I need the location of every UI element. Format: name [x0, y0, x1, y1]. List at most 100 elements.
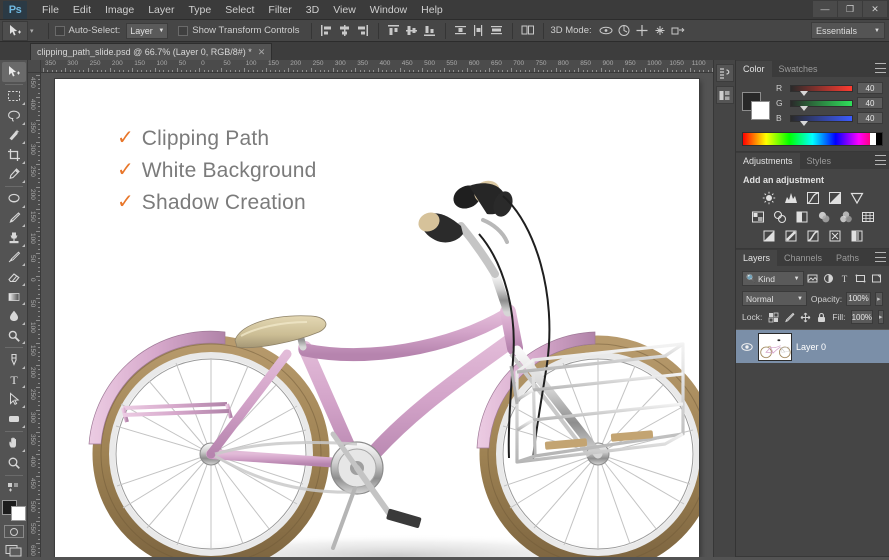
canvas-scroll-area[interactable]: ✓ Clipping Path ✓ White Background ✓ Sha… — [41, 73, 713, 557]
panel-menu-icon[interactable] — [875, 252, 886, 262]
ruler-corner[interactable] — [28, 60, 41, 73]
history-panel-icon[interactable] — [716, 64, 734, 82]
spot-healing-brush-tool[interactable] — [2, 189, 26, 209]
blend-mode-dropdown[interactable]: Normal ▼ — [742, 291, 807, 306]
green-slider[interactable] — [790, 100, 853, 107]
clone-stamp-tool[interactable] — [2, 228, 26, 248]
three-d-slide-icon[interactable] — [652, 22, 669, 39]
screen-mode-button[interactable] — [5, 543, 23, 557]
brush-tool[interactable] — [2, 209, 26, 229]
menu-file[interactable]: File — [35, 0, 66, 20]
auto-align-layers-icon[interactable] — [519, 22, 536, 39]
adjustment-filter-icon[interactable] — [822, 272, 835, 286]
align-horizontal-centers-icon[interactable] — [336, 22, 353, 39]
close-button[interactable]: ✕ — [863, 1, 887, 17]
vertical-ruler[interactable]: 4504003503002502001501005005010015020025… — [28, 73, 41, 557]
menu-type[interactable]: Type — [181, 0, 218, 20]
maximize-button[interactable]: ❐ — [838, 1, 862, 17]
curves-icon[interactable] — [805, 190, 820, 205]
blur-tool[interactable] — [2, 306, 26, 326]
document-canvas[interactable]: ✓ Clipping Path ✓ White Background ✓ Sha… — [55, 79, 699, 557]
tab-paths[interactable]: Paths — [829, 250, 866, 266]
distribute-vertical-centers-icon[interactable] — [470, 22, 487, 39]
pen-tool[interactable] — [2, 350, 26, 370]
invert-icon[interactable] — [761, 228, 776, 243]
color-swatches[interactable] — [2, 500, 26, 521]
background-color-swatch[interactable] — [11, 506, 26, 521]
hue-saturation-icon[interactable] — [750, 209, 765, 224]
menu-image[interactable]: Image — [98, 0, 141, 20]
hand-tool[interactable] — [2, 433, 26, 453]
background-color-swatch[interactable] — [751, 101, 770, 120]
smartobject-filter-icon[interactable] — [870, 272, 883, 286]
align-vertical-centers-icon[interactable] — [403, 22, 420, 39]
three-d-roll-icon[interactable] — [616, 22, 633, 39]
slider-thumb-icon[interactable] — [800, 106, 808, 111]
move-tool-icon[interactable] — [2, 21, 28, 41]
threshold-icon[interactable] — [805, 228, 820, 243]
gradient-map-icon[interactable] — [827, 228, 842, 243]
edit-toolbar-button[interactable] — [2, 477, 26, 497]
zoom-tool[interactable] — [2, 453, 26, 473]
slider-thumb-icon[interactable] — [800, 91, 808, 96]
align-right-edges-icon[interactable] — [354, 22, 371, 39]
brightness-contrast-icon[interactable] — [761, 190, 776, 205]
tab-layers[interactable]: Layers — [736, 250, 777, 266]
quick-selection-tool[interactable] — [2, 126, 26, 146]
color-panel-swatches[interactable] — [742, 92, 770, 120]
vibrance-icon[interactable] — [849, 190, 864, 205]
slider-thumb-icon[interactable] — [800, 121, 808, 126]
tab-swatches[interactable]: Swatches — [772, 61, 825, 77]
layer-visibility-icon[interactable] — [740, 342, 754, 352]
fill-value[interactable]: 100% — [851, 310, 873, 324]
three-d-orbit-icon[interactable] — [598, 22, 615, 39]
three-d-scale-icon[interactable] — [670, 22, 687, 39]
rectangular-marquee-tool[interactable] — [2, 86, 26, 106]
lock-position-icon[interactable] — [800, 311, 811, 323]
auto-select-checkbox[interactable] — [55, 26, 65, 36]
properties-panel-icon[interactable] — [716, 86, 734, 104]
distribute-bottom-edges-icon[interactable] — [488, 22, 505, 39]
workspace-dropdown[interactable]: Essentials ▼ — [811, 22, 885, 39]
crop-tool[interactable] — [2, 145, 26, 165]
history-brush-tool[interactable] — [2, 248, 26, 268]
menu-help[interactable]: Help — [414, 0, 450, 20]
selective-color-icon[interactable] — [849, 228, 864, 243]
horizontal-ruler[interactable]: 3503002502001501005005010015020025030035… — [41, 60, 713, 73]
opacity-stepper-icon[interactable]: ▸ — [875, 292, 883, 306]
layer-name[interactable]: Layer 0 — [796, 342, 826, 352]
tool-preset-caret-icon[interactable]: ▾ — [30, 27, 34, 35]
rectangle-tool[interactable] — [2, 409, 26, 429]
color-ramp[interactable] — [742, 132, 883, 146]
menu-edit[interactable]: Edit — [66, 0, 98, 20]
blue-value[interactable]: 40 — [857, 112, 883, 124]
panel-menu-icon[interactable] — [875, 155, 886, 165]
layer-thumbnail[interactable] — [758, 333, 792, 361]
color-balance-icon[interactable] — [772, 209, 787, 224]
minimize-button[interactable]: — — [813, 1, 837, 17]
blue-slider[interactable] — [790, 115, 853, 122]
layer-filter-kind-dropdown[interactable]: 🔍 Kind ▼ — [742, 271, 804, 286]
close-icon[interactable]: ✕ — [258, 47, 266, 58]
align-left-edges-icon[interactable] — [318, 22, 335, 39]
exposure-icon[interactable] — [827, 190, 842, 205]
posterize-icon[interactable] — [783, 228, 798, 243]
menu-3d[interactable]: 3D — [299, 0, 326, 20]
dodge-tool[interactable] — [2, 326, 26, 346]
color-lookup-icon[interactable] — [860, 209, 875, 224]
pixel-filter-icon[interactable] — [807, 272, 820, 286]
lock-transparent-pixels-icon[interactable] — [768, 311, 779, 323]
lasso-tool[interactable] — [2, 106, 26, 126]
quick-mask-toggle[interactable] — [4, 525, 24, 538]
distribute-top-edges-icon[interactable] — [452, 22, 469, 39]
menu-filter[interactable]: Filter — [261, 0, 298, 20]
shape-filter-icon[interactable] — [854, 272, 867, 286]
path-selection-tool[interactable] — [2, 389, 26, 409]
red-slider[interactable] — [790, 85, 853, 92]
lock-all-icon[interactable] — [816, 311, 827, 323]
fill-stepper-icon[interactable]: ▸ — [878, 310, 884, 324]
gradient-tool[interactable] — [2, 287, 26, 307]
tab-styles[interactable]: Styles — [800, 153, 839, 169]
panel-menu-icon[interactable] — [875, 63, 886, 73]
photo-filter-icon[interactable] — [816, 209, 831, 224]
